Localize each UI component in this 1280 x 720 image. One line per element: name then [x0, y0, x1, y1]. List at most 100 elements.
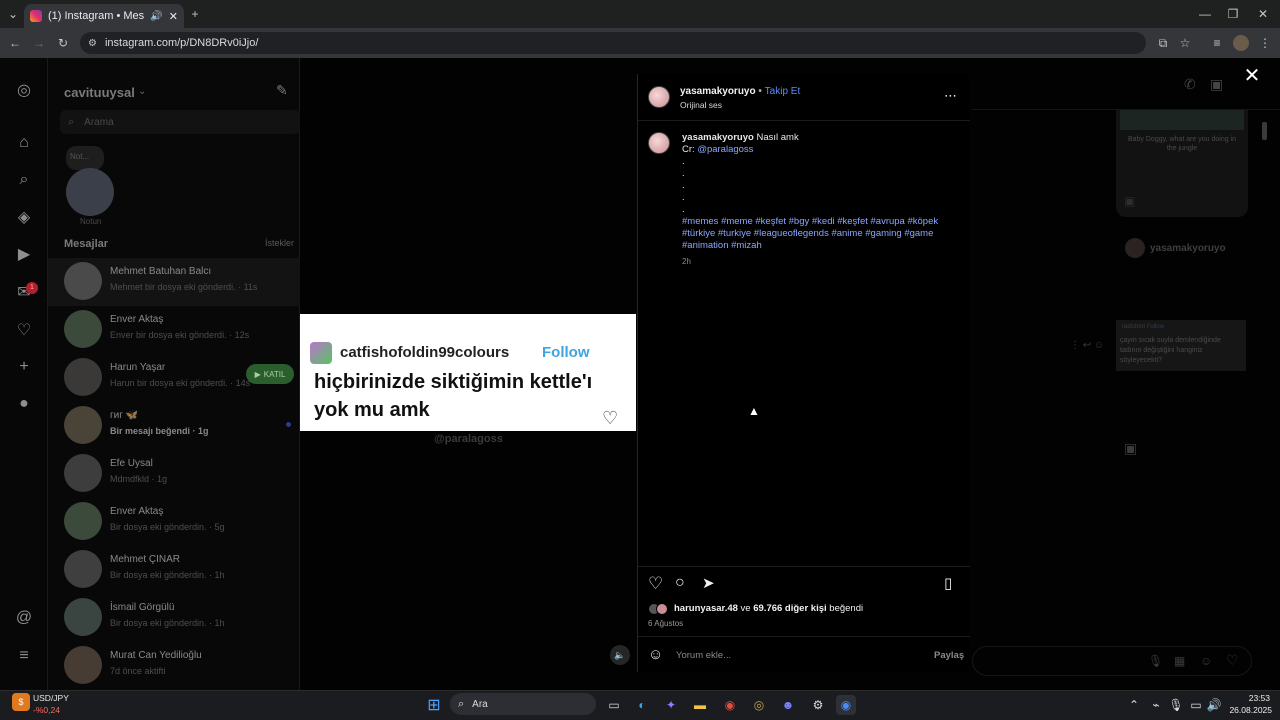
author-avatar[interactable]	[648, 86, 670, 108]
shared-post-card[interactable]: Baby Doggy, what are you doing in the ju…	[1116, 110, 1248, 217]
install-app-icon[interactable]: ⧉	[1154, 34, 1172, 52]
reels-icon[interactable]: ▶	[14, 244, 34, 264]
conversation-row[interactable]: İsmail Görgülü Bir dosya eki gönderdin. …	[48, 594, 300, 642]
microphone-tray-icon[interactable]: 🎙	[1166, 695, 1186, 715]
hashtags-line[interactable]: #animation #mizah	[682, 240, 962, 252]
more-options-icon[interactable]: ⋯	[944, 88, 957, 104]
save-bookmark-icon[interactable]: ▯	[944, 574, 952, 592]
tray-chevron-icon[interactable]: ⌃	[1124, 695, 1144, 715]
image-icon[interactable]: ▦	[1174, 654, 1185, 668]
likes-summary[interactable]: harunyasar.48 ve 69.766 diğer kişi beğen…	[674, 603, 863, 614]
post-author[interactable]: yasamakyoruyo	[680, 86, 756, 97]
window-close-icon[interactable]: ✕	[1254, 5, 1272, 23]
new-message-icon[interactable]: ✎	[276, 82, 288, 99]
create-plus-icon[interactable]: +	[14, 357, 34, 377]
back-icon[interactable]: ←	[6, 34, 24, 52]
credit-handle[interactable]: @paralagoss	[697, 144, 753, 155]
edge-icon[interactable]: ◐	[632, 695, 652, 715]
taskbar-search[interactable]: ⌕ Ara	[450, 693, 596, 715]
conversation-row[interactable]: Efe Uysal Mdmdfkld · 1g	[48, 450, 300, 498]
threads-icon[interactable]: @	[14, 608, 34, 628]
hashtags-line[interactable]: #türkiye #turkiye #leagueoflegends #anim…	[682, 228, 962, 240]
likes-user[interactable]: harunyasar.48	[674, 603, 738, 614]
bookmark-star-icon[interactable]: ☆	[1176, 34, 1194, 52]
note-avatar[interactable]	[66, 168, 114, 216]
video-call-icon[interactable]: ▣	[1210, 76, 1223, 93]
reload-icon[interactable]: ↻	[54, 34, 72, 52]
instagram-logo-icon[interactable]: ◎	[14, 80, 34, 100]
conversation-row[interactable]: Murat Can Yedilioğlu 7d önce aktifti	[48, 642, 300, 690]
conversation-row[interactable]: Mehmet ÇINAR Bir dosya eki gönderdin. · …	[48, 546, 300, 594]
close-icon[interactable]: ✕	[1242, 66, 1262, 86]
scrollbar-thumb[interactable]	[1262, 122, 1267, 140]
hashtags-line[interactable]: #memes #meme #keşfet #bgy #kedi #keşfet …	[682, 216, 962, 228]
like-heart-icon[interactable]: ♡	[648, 574, 663, 594]
microphone-icon[interactable]: 🎙	[1148, 654, 1163, 668]
profile-icon[interactable]: ●	[14, 394, 34, 414]
mute-icon[interactable]: 🔈	[610, 645, 630, 665]
conversation-row[interactable]: ᴦᴎᴦ 🦋 Bir mesajı beğendi · 1g	[48, 402, 300, 450]
audio-label[interactable]: Orijinal ses	[680, 100, 722, 110]
likes-count[interactable]: 69.766 diğer kişi	[753, 603, 826, 614]
minimize-icon[interactable]: —	[1196, 5, 1214, 23]
browser-tab[interactable]: (1) Instagram • Mesajlar 🔊 ✕	[24, 4, 184, 28]
search-icon[interactable]: ⌕	[14, 170, 34, 190]
task-view-icon[interactable]: ▭	[604, 695, 624, 715]
discord-icon[interactable]: ☻	[778, 695, 798, 715]
conversation-row[interactable]: Enver Aktaş Enver bir dosya eki gönderdi…	[48, 306, 300, 354]
chrome-active-icon[interactable]: ◉	[836, 695, 856, 715]
heart-icon[interactable]: ♡	[1226, 652, 1239, 669]
conversation-row[interactable]: Mehmet Batuhan Balcı Mehmet bir dosya ek…	[48, 258, 300, 306]
site-info-icon[interactable]: ⚙	[88, 38, 97, 49]
tab-audio-icon[interactable]: 🔊	[150, 11, 162, 22]
maximize-icon[interactable]: ❐	[1224, 5, 1242, 23]
forward-icon[interactable]: →	[30, 34, 48, 52]
new-tab-icon[interactable]: +	[186, 5, 204, 23]
ticker-icon[interactable]: $	[12, 693, 30, 711]
join-call-button[interactable]: ▶ KATIL	[246, 364, 294, 384]
tab-list-icon[interactable]: ⌄	[4, 5, 22, 23]
sticker-icon[interactable]: ☺	[1200, 654, 1212, 668]
reply-card[interactable]: radishmt Follow çayın sıcak suyla demlen…	[1116, 320, 1246, 371]
caption-avatar[interactable]	[648, 132, 670, 154]
follow-button[interactable]: Takip Et	[765, 86, 801, 97]
address-bar[interactable]: ⚙ instagram.com/p/DN8DRv0iJjo/	[80, 32, 1146, 54]
note-bubble[interactable]: Not...	[66, 146, 104, 170]
profile-avatar[interactable]	[1233, 35, 1249, 51]
emoji-icon[interactable]: ☺	[648, 646, 663, 663]
windows-start-icon[interactable]: ⊞	[424, 695, 444, 715]
chrome-icon[interactable]: ◉	[720, 695, 740, 715]
message-actions-icon[interactable]: ⋮ ↩ ☺	[1070, 340, 1104, 351]
tab-search-icon[interactable]: ≡	[1208, 34, 1226, 52]
home-icon[interactable]: ⌂	[14, 133, 34, 153]
network-icon[interactable]: ⌁	[1146, 695, 1166, 715]
steam-icon[interactable]: ⚙	[808, 695, 828, 715]
share-send-icon[interactable]: ➤	[702, 574, 715, 592]
comment-input[interactable]: Yorum ekle...	[676, 650, 731, 661]
notifications-heart-icon[interactable]: ♡	[14, 320, 34, 340]
chevron-down-icon[interactable]: ⌄	[138, 86, 146, 97]
account-username[interactable]: cavituuysal	[64, 85, 135, 100]
ticker-name[interactable]: USD/JPY	[33, 693, 69, 703]
file-explorer-icon[interactable]: ▬	[690, 695, 710, 715]
caption-author[interactable]: yasamakyoruyo	[682, 132, 754, 143]
display-icon[interactable]: ▭	[1186, 695, 1206, 715]
volume-icon[interactable]: 🔊	[1204, 695, 1224, 715]
more-menu-icon[interactable]: ≡	[14, 646, 34, 666]
tab-close-icon[interactable]: ✕	[169, 10, 178, 23]
browser-menu-icon[interactable]: ⋮	[1256, 34, 1274, 52]
post-media[interactable]: catfishofoldin99colours Follow hiçbirini…	[300, 314, 636, 431]
comment-icon[interactable]: ○	[675, 574, 685, 592]
clock-time[interactable]: 23:53	[1230, 693, 1270, 703]
conversation-name: Enver Aktaş	[110, 506, 164, 517]
phone-icon[interactable]: ✆	[1184, 76, 1196, 93]
search-input[interactable]: ⌕ Arama	[60, 110, 300, 134]
share-button[interactable]: Paylaş	[934, 650, 964, 661]
requests-link[interactable]: İstekler	[265, 238, 294, 248]
conversation-row[interactable]: Harun Yaşar Harun bir dosya eki gönderdi…	[48, 354, 300, 402]
explore-icon[interactable]: ◈	[14, 207, 34, 227]
copilot-icon[interactable]: ✦	[661, 695, 681, 715]
clock-date[interactable]: 26.08.2025	[1222, 705, 1272, 715]
conversation-row[interactable]: Enver Aktaş Bir dosya eki gönderdin. · 5…	[48, 498, 300, 546]
game-launcher-icon[interactable]: ◎	[749, 695, 769, 715]
